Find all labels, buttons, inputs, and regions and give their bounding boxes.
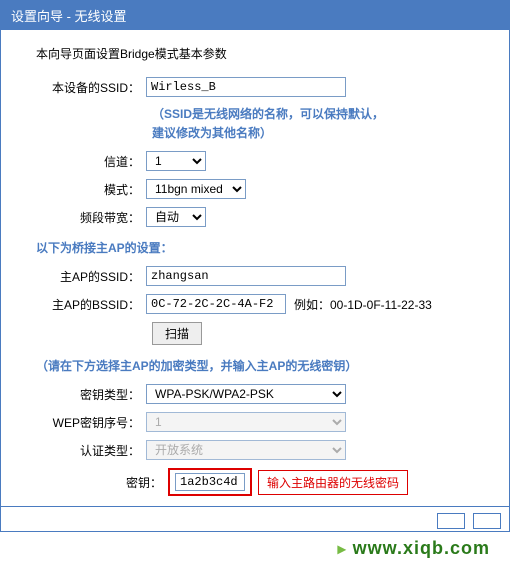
site-url: ▸ www.xiqb.com — [0, 532, 510, 563]
ssid-hint-line2: 建议修改为其他名称） — [152, 124, 489, 143]
scan-button[interactable]: 扫描 — [152, 322, 202, 345]
main-bssid-input[interactable] — [146, 294, 286, 314]
footer-bar — [1, 506, 509, 531]
wizard-panel: 设置向导 - 无线设置 本向导页面设置Bridge模式基本参数 本设备的SSID… — [0, 0, 510, 532]
channel-label: 信道： — [36, 153, 146, 170]
bandwidth-select[interactable]: 自动 — [146, 207, 206, 227]
window-title: 设置向导 - 无线设置 — [11, 9, 127, 24]
row-auth: 认证类型： 开放系统 — [36, 440, 489, 460]
bssid-example: 例如：00-1D-0F-11-22-33 — [294, 296, 432, 313]
main-bssid-label: 主AP的BSSID： — [36, 296, 146, 313]
main-ssid-label: 主AP的SSID： — [36, 268, 146, 285]
row-bandwidth: 频段带宽： 自动 — [36, 207, 489, 227]
footer-button-next[interactable] — [473, 513, 501, 529]
wep-label: WEP密钥序号： — [36, 414, 146, 431]
device-ssid-input[interactable] — [146, 77, 346, 97]
key-label: 密钥： — [126, 474, 168, 491]
row-main-ssid: 主AP的SSID： — [36, 266, 489, 286]
ssid-hint: （SSID是无线网络的名称，可以保持默认， 建议修改为其他名称） — [152, 105, 489, 143]
keytype-label: 密钥类型： — [36, 386, 146, 403]
row-channel: 信道： 1 — [36, 151, 489, 171]
content-area: 本向导页面设置Bridge模式基本参数 本设备的SSID： （SSID是无线网络… — [1, 30, 509, 506]
arrow-icon: ▸ — [338, 541, 347, 558]
bandwidth-label: 频段带宽： — [36, 209, 146, 226]
row-device-ssid: 本设备的SSID： — [36, 77, 489, 97]
key-callout: 输入主路由器的无线密码 — [258, 470, 408, 495]
bridge-section-title: 以下为桥接主AP的设置： — [36, 239, 489, 256]
wep-select: 1 — [146, 412, 346, 432]
row-key: 密钥： 输入主路由器的无线密码 — [126, 468, 489, 496]
key-input[interactable] — [175, 473, 245, 491]
title-bar: 设置向导 - 无线设置 — [1, 1, 509, 30]
ssid-hint-line1: （SSID是无线网络的名称，可以保持默认， — [152, 105, 489, 124]
auth-select: 开放系统 — [146, 440, 346, 460]
keytype-select[interactable]: WPA-PSK/WPA2-PSK — [146, 384, 346, 404]
security-note: （请在下方选择主AP的加密类型，并输入主AP的无线密钥） — [36, 357, 489, 374]
device-ssid-label: 本设备的SSID： — [36, 79, 146, 96]
channel-select[interactable]: 1 — [146, 151, 206, 171]
intro-text: 本向导页面设置Bridge模式基本参数 — [36, 45, 489, 62]
main-ssid-input[interactable] — [146, 266, 346, 286]
row-mode: 模式： 11bgn mixed — [36, 179, 489, 199]
mode-label: 模式： — [36, 181, 146, 198]
row-keytype: 密钥类型： WPA-PSK/WPA2-PSK — [36, 384, 489, 404]
footer-button-prev[interactable] — [437, 513, 465, 529]
row-wep: WEP密钥序号： 1 — [36, 412, 489, 432]
scan-row: 扫描 — [152, 322, 489, 345]
mode-select[interactable]: 11bgn mixed — [146, 179, 246, 199]
row-main-bssid: 主AP的BSSID： 例如：00-1D-0F-11-22-33 — [36, 294, 489, 314]
key-highlight-box — [168, 468, 252, 496]
auth-label: 认证类型： — [36, 442, 146, 459]
